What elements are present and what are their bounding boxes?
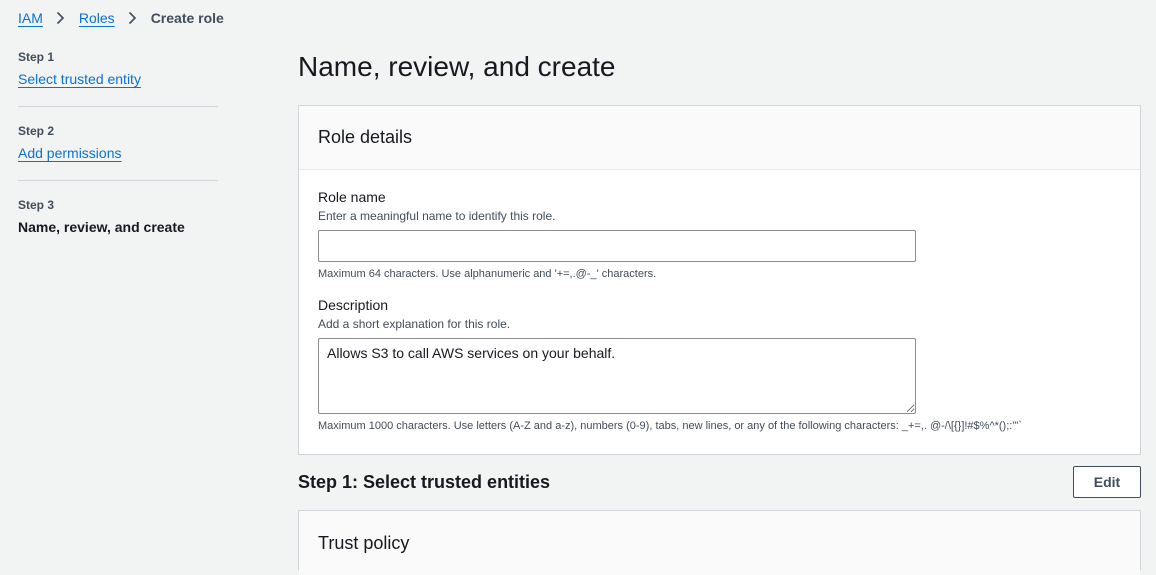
chevron-right-icon	[54, 9, 68, 27]
role-details-container: Role details Role name Enter a meaningfu…	[298, 105, 1141, 455]
breadcrumb-current: Create role	[150, 10, 224, 26]
step-item-3: Step 3 Name, review, and create	[18, 197, 218, 254]
step-current-title: Name, review, and create	[18, 219, 185, 235]
trust-policy-container: Trust policy	[298, 510, 1141, 575]
step1-review-header: Step 1: Select trusted entities Edit	[298, 466, 1141, 498]
breadcrumb: IAM Roles Create role	[18, 9, 224, 27]
step-item-1: Step 1 Select trusted entity	[18, 49, 218, 107]
wizard-steps: Step 1 Select trusted entity Step 2 Add …	[18, 49, 218, 270]
step-number: Step 1	[18, 50, 55, 64]
role-details-body: Role name Enter a meaningful name to ide…	[299, 170, 1140, 454]
role-name-description: Enter a meaningful name to identify this…	[318, 209, 556, 223]
description-hint: Add a short explanation for this role.	[318, 317, 511, 331]
page-title: Name, review, and create	[298, 51, 616, 82]
step-link-add-permissions[interactable]: Add permissions	[18, 144, 218, 162]
description-constraint: Maximum 1000 characters. Use letters (A-…	[318, 420, 1022, 432]
step-number: Step 3	[18, 198, 55, 212]
breadcrumb-iam-link[interactable]: IAM	[18, 10, 43, 26]
step-item-2: Step 2 Add permissions	[18, 123, 218, 181]
role-name-label: Role name	[318, 189, 386, 205]
trust-policy-header: Trust policy	[299, 511, 1140, 575]
step-link-select-trusted-entity[interactable]: Select trusted entity	[18, 70, 218, 88]
description-label: Description	[318, 297, 389, 313]
breadcrumb-roles-link[interactable]: Roles	[79, 10, 115, 26]
edit-step1-button[interactable]: Edit	[1073, 466, 1141, 498]
step-number: Step 2	[18, 124, 55, 138]
role-details-header: Role details	[299, 106, 1140, 170]
role-name-constraint: Maximum 64 characters. Use alphanumeric …	[318, 268, 657, 280]
role-name-input[interactable]	[318, 230, 916, 262]
step1-review-title: Step 1: Select trusted entities	[298, 471, 551, 492]
description-textarea[interactable]	[318, 338, 916, 414]
chevron-right-icon	[126, 9, 140, 27]
